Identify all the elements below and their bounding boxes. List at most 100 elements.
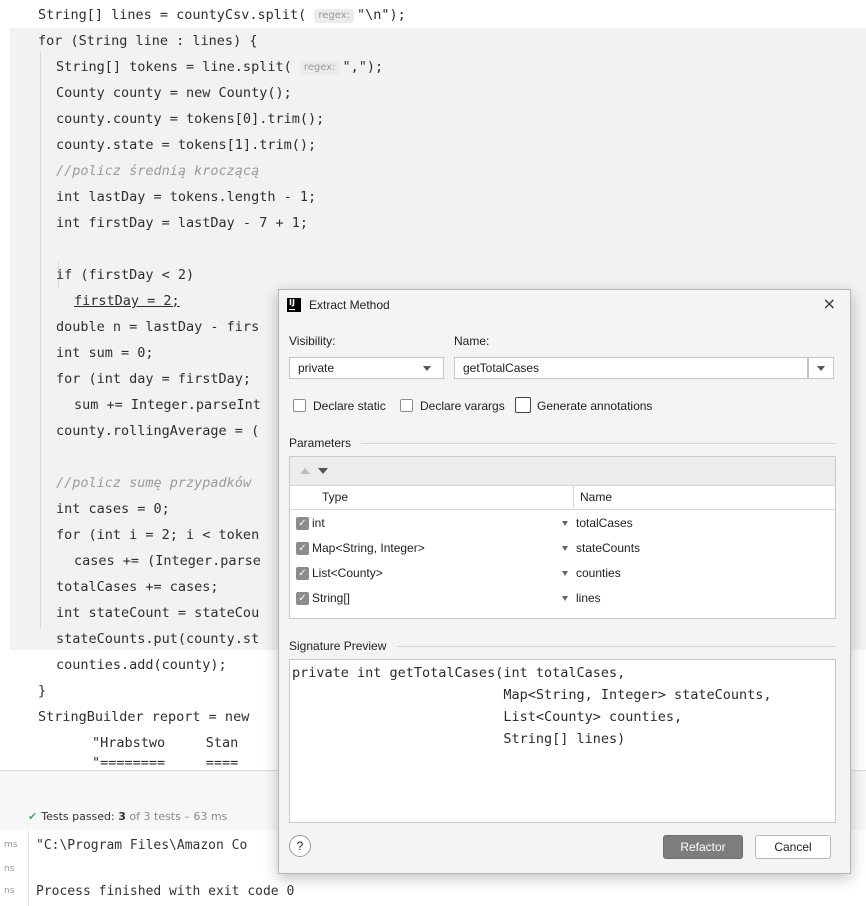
chevron-down-icon: [817, 366, 825, 371]
declare-static-label: Declare static: [313, 399, 386, 413]
signature-line: private int getTotalCases(int totalCases…: [292, 665, 626, 681]
code-line[interactable]: counties.add(county);: [56, 652, 227, 678]
extract-method-dialog: IJ Extract Method × Visibility: Name: pr…: [278, 289, 851, 874]
intellij-logo-icon: IJ: [287, 298, 301, 312]
code-line[interactable]: County county = new County();: [56, 80, 292, 106]
code-line[interactable]: StringBuilder report = new: [38, 704, 249, 730]
move-up-icon[interactable]: [300, 468, 310, 474]
parameter-name[interactable]: totalCases: [576, 516, 633, 530]
move-down-icon[interactable]: [318, 468, 328, 474]
code-line[interactable]: String[] tokens = line.split( regex: ",")…: [56, 54, 383, 80]
code-line[interactable]: county.rollingAverage = (: [56, 418, 259, 444]
parameter-type: String[]: [312, 591, 351, 605]
code-line[interactable]: county.state = tokens[1].trim();: [56, 132, 316, 158]
gutter-label: ms: [4, 840, 18, 850]
code-line[interactable]: county.county = tokens[0].trim();: [56, 106, 324, 132]
parameter-row[interactable]: ✓ String[] lines: [290, 586, 835, 611]
code-line[interactable]: "======== ====: [92, 756, 238, 770]
parameter-type: Map<String, Integer>: [312, 541, 425, 555]
generate-annotations-checkbox[interactable]: [515, 397, 531, 413]
code-line[interactable]: int firstDay = lastDay - 7 + 1;: [56, 210, 308, 236]
parameter-checkbox[interactable]: ✓: [296, 542, 309, 555]
code-line[interactable]: for (String line : lines) {: [38, 28, 257, 54]
section-divider: [361, 443, 836, 444]
parameter-checkbox[interactable]: ✓: [296, 517, 309, 530]
parameter-name[interactable]: counties: [576, 566, 621, 580]
parameter-row[interactable]: ✓ List<County> counties: [290, 561, 835, 586]
code-line[interactable]: if (firstDay < 2): [56, 262, 194, 288]
code-comment[interactable]: //policz sumę przypadków: [56, 470, 251, 496]
name-suggestions-button[interactable]: [808, 357, 834, 379]
generate-annotations-label: Generate annotations: [537, 399, 653, 413]
dropdown-arrow-icon[interactable]: [562, 546, 568, 551]
console-output-line: Process finished with exit code 0: [36, 884, 295, 899]
regex-hint: regex:: [299, 61, 340, 75]
parameter-row[interactable]: ✓ Map<String, Integer> stateCounts: [290, 536, 835, 561]
parameter-type: List<County>: [312, 566, 383, 580]
tests-summary: of 3 tests – 63 ms: [129, 810, 228, 823]
column-header-type[interactable]: Type: [322, 490, 348, 504]
code-line[interactable]: totalCases += cases;: [56, 574, 219, 600]
code-line[interactable]: for (int day = firstDay;: [56, 366, 251, 392]
gutter-label: ns: [4, 886, 15, 896]
code-line[interactable]: firstDay = 2;: [74, 288, 180, 314]
dropdown-arrow-icon[interactable]: [562, 571, 568, 576]
parameter-name[interactable]: stateCounts: [576, 541, 640, 555]
column-header-name[interactable]: Name: [580, 490, 612, 504]
tests-label: Tests passed:: [41, 810, 115, 823]
console-gutter: ms ns ns: [0, 830, 29, 906]
code-line[interactable]: }: [38, 678, 46, 704]
code-line[interactable]: "Hrabstwo Stan: [92, 730, 238, 756]
parameter-name[interactable]: lines: [576, 591, 601, 605]
signature-preview-title: Signature Preview: [289, 639, 387, 653]
tests-passed-count: 3: [118, 810, 126, 823]
visibility-label: Visibility:: [289, 334, 336, 348]
dialog-title-bar: IJ Extract Method ×: [279, 290, 850, 320]
refactor-button[interactable]: Refactor: [663, 835, 743, 859]
code-line[interactable]: for (int i = 2; i < token: [56, 522, 259, 548]
code-line[interactable]: int stateCount = stateCou: [56, 600, 259, 626]
method-name-input[interactable]: getTotalCases: [454, 357, 808, 379]
signature-preview: private int getTotalCases(int totalCases…: [289, 659, 836, 823]
parameters-section-title: Parameters: [289, 436, 352, 450]
gutter-label: ns: [4, 864, 15, 874]
name-label: Name:: [454, 334, 490, 348]
method-name-value: getTotalCases: [463, 361, 540, 375]
dialog-title: Extract Method: [309, 298, 390, 312]
console-output-line: "C:\Program Files\Amazon Co: [36, 838, 248, 853]
parameter-row[interactable]: ✓ int totalCases: [290, 511, 835, 536]
parameter-checkbox[interactable]: ✓: [296, 567, 309, 580]
code-line[interactable]: int cases = 0;: [56, 496, 170, 522]
declare-varargs-checkbox[interactable]: [400, 399, 413, 412]
declare-static-checkbox[interactable]: [293, 399, 306, 412]
signature-line: String[] lines): [292, 731, 626, 747]
code-line[interactable]: stateCounts.put(county.st: [56, 626, 259, 652]
check-icon: ✔: [28, 810, 38, 823]
dropdown-arrow-icon[interactable]: [562, 521, 568, 526]
cancel-button[interactable]: Cancel: [755, 835, 831, 859]
parameters-toolbar: [290, 457, 835, 486]
close-icon[interactable]: ×: [823, 294, 836, 313]
code-line[interactable]: int sum = 0;: [56, 340, 154, 366]
parameters-table: Type Name ✓ int totalCases ✓ Map<String,…: [289, 456, 836, 619]
regex-hint: regex:: [314, 9, 355, 23]
visibility-select[interactable]: private: [289, 357, 444, 379]
parameter-type: int: [312, 516, 325, 530]
code-line[interactable]: String[] lines = countyCsv.split( regex:…: [38, 2, 406, 28]
signature-line: List<County> counties,: [292, 709, 683, 725]
code-line[interactable]: cases += (Integer.parse: [74, 548, 261, 574]
signature-line: Map<String, Integer> stateCounts,: [292, 687, 772, 703]
code-line[interactable]: int lastDay = tokens.length - 1;: [56, 184, 316, 210]
chevron-down-icon: [423, 366, 431, 371]
dropdown-arrow-icon[interactable]: [562, 596, 568, 601]
declare-varargs-label: Declare varargs: [420, 399, 505, 413]
indent-guide: [40, 52, 41, 628]
code-comment[interactable]: //policz średnią kroczącą: [56, 158, 259, 184]
parameters-header: Type Name: [290, 485, 835, 510]
help-button[interactable]: ?: [289, 835, 311, 857]
visibility-value: private: [298, 361, 335, 375]
code-line[interactable]: double n = lastDay - firs: [56, 314, 259, 340]
section-divider: [397, 646, 836, 647]
parameter-checkbox[interactable]: ✓: [296, 592, 309, 605]
code-line[interactable]: sum += Integer.parseInt: [74, 392, 261, 418]
